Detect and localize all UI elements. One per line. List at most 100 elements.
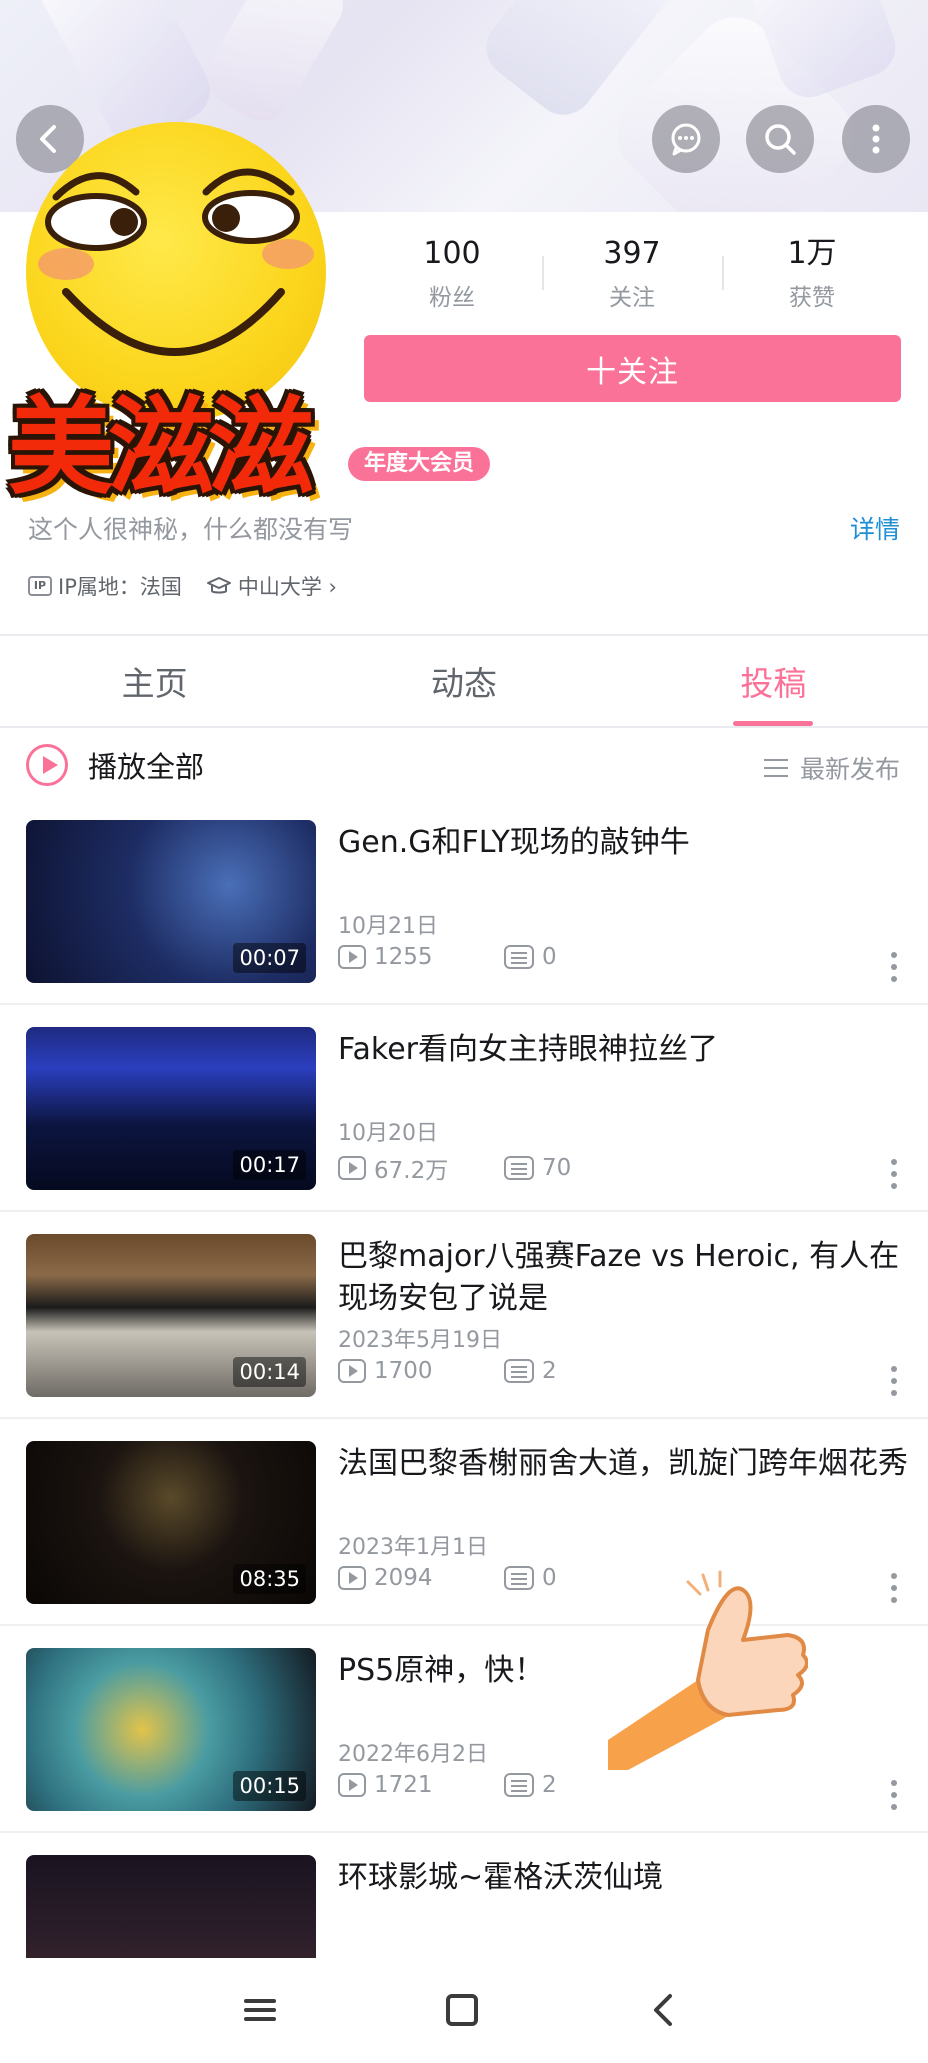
more-options-icon[interactable] — [890, 1159, 898, 1195]
video-date: 10月21日 — [338, 914, 438, 939]
video-item[interactable]: 00:14 巴黎major八强赛Faze vs Heroic, 有人在现场安包了… — [0, 1234, 928, 1441]
tab-home[interactable]: 主页 — [0, 636, 309, 726]
video-title[interactable]: Gen.G和FLY现场的敲钟牛 — [338, 822, 908, 864]
thumbs-up-icon — [608, 1570, 808, 1770]
video-thumbnail[interactable]: 08:35 — [26, 1441, 316, 1604]
system-back-button[interactable] — [642, 1988, 686, 2032]
more-options-icon[interactable] — [890, 1573, 898, 1609]
danmaku-count: 0 — [542, 1565, 557, 1591]
play-all-button[interactable]: 播放全部 — [26, 744, 204, 786]
video-date: 10月20日 — [338, 1121, 438, 1146]
tab-uploads[interactable]: 投稿 — [619, 636, 928, 726]
video-duration: 00:07 — [233, 943, 306, 973]
video-duration: 08:35 — [233, 1564, 306, 1594]
video-title[interactable]: Faker看向女主持眼神拉丝了 — [338, 1029, 908, 1071]
stat-value: 397 — [603, 236, 661, 271]
tabs-divider — [0, 726, 928, 728]
row-divider — [0, 1831, 928, 1833]
stat-label: 获赞 — [789, 285, 835, 311]
stat-label: 关注 — [609, 285, 655, 311]
row-divider — [0, 1003, 928, 1005]
stat-label: 粉丝 — [429, 285, 475, 311]
more-options-icon[interactable] — [890, 952, 898, 988]
profile-tabs: 主页 动态 投稿 — [0, 636, 928, 726]
video-title[interactable]: 环球影城~霍格沃茨仙境 — [338, 1857, 908, 1899]
view-count: 1700 — [374, 1358, 433, 1384]
video-date: 2023年5月19日 — [338, 1328, 502, 1353]
play-all-label: 播放全部 — [88, 750, 205, 784]
search-icon — [765, 124, 796, 155]
row-divider — [0, 1210, 928, 1212]
vip-badge[interactable]: 年度大会员 — [348, 447, 491, 481]
video-stats: 1255 0 — [338, 944, 557, 970]
view-count: 2094 — [374, 1565, 433, 1591]
home-button[interactable] — [440, 1988, 484, 2032]
message-button[interactable] — [652, 105, 720, 173]
danmaku-icon — [504, 1156, 534, 1180]
video-duration: 00:17 — [233, 1150, 306, 1180]
video-stats: 67.2万 70 — [338, 1151, 571, 1185]
danmaku-count: 70 — [542, 1155, 572, 1181]
school-name: 中山大学 › — [237, 575, 337, 599]
video-thumbnail[interactable]: 00:17 — [26, 1027, 316, 1190]
play-count-icon — [338, 1156, 366, 1180]
video-stats: 2094 0 — [338, 1565, 557, 1591]
play-count-icon — [338, 1566, 366, 1590]
details-link[interactable]: 详情 — [850, 510, 900, 546]
sticker-caption: 美滋滋 — [8, 384, 314, 509]
tab-dynamics[interactable]: 动态 — [309, 636, 618, 726]
video-title[interactable]: 法国巴黎香榭丽舍大道，凯旋门跨年烟花秀 — [338, 1443, 908, 1485]
play-count-icon — [338, 1359, 366, 1383]
back-arrow-icon — [654, 1994, 672, 2026]
list-icon — [763, 759, 788, 777]
stat-fans[interactable]: 100 粉丝 — [362, 232, 542, 312]
danmaku-count: 2 — [542, 1772, 557, 1798]
sort-button[interactable]: 最新发布 — [763, 750, 900, 786]
sort-label: 最新发布 — [799, 755, 900, 784]
more-options-icon[interactable] — [890, 1366, 898, 1402]
view-count: 67.2万 — [374, 1158, 449, 1184]
video-item[interactable]: 00:17 Faker看向女主持眼神拉丝了 10月20日 67.2万 70 — [0, 1027, 928, 1234]
video-title[interactable]: 巴黎major八强赛Faze vs Heroic, 有人在现场安包了说是 — [338, 1236, 908, 1320]
danmaku-icon — [504, 1566, 534, 1590]
play-count-icon — [338, 945, 366, 969]
ip-icon: IP — [28, 576, 52, 596]
row-divider — [0, 1417, 928, 1419]
video-item[interactable]: 00:07 Gen.G和FLY现场的敲钟牛 10月21日 1255 0 — [0, 820, 928, 1027]
play-circle-icon — [26, 744, 68, 786]
profile-meta: IP IP属地：法国 中山大学 › — [28, 571, 337, 601]
danmaku-icon — [504, 1773, 534, 1797]
home-square-icon — [446, 1994, 478, 2026]
view-count: 1255 — [374, 944, 433, 970]
video-duration: 00:15 — [233, 1771, 306, 1801]
video-thumbnail[interactable]: 00:15 — [26, 1648, 316, 1811]
video-date: 2023年1月1日 — [338, 1535, 488, 1560]
ip-location: IP属地：法国 — [58, 575, 182, 599]
stat-value: 100 — [423, 236, 481, 271]
play-count-icon — [338, 1773, 366, 1797]
video-thumbnail[interactable]: 00:14 — [26, 1234, 316, 1397]
video-stats: 1721 2 — [338, 1772, 557, 1798]
message-icon — [671, 123, 701, 156]
follow-button[interactable]: 十关注 — [364, 335, 901, 402]
smiley-face-icon — [26, 122, 326, 422]
graduation-cap-icon — [206, 577, 231, 594]
stat-following[interactable]: 397 关注 — [542, 232, 722, 312]
more-button[interactable] — [842, 105, 910, 173]
more-options-icon[interactable] — [890, 1780, 898, 1816]
danmaku-count: 0 — [542, 944, 557, 970]
danmaku-icon — [504, 1359, 534, 1383]
profile-stats: 100 粉丝 397 关注 1万 获赞 — [362, 232, 902, 312]
video-date: 2022年6月2日 — [338, 1742, 488, 1767]
video-duration: 00:14 — [233, 1357, 306, 1387]
search-button[interactable] — [746, 105, 814, 173]
video-thumbnail[interactable]: 00:07 — [26, 820, 316, 983]
more-vertical-icon — [872, 124, 880, 154]
stat-value: 1万 — [787, 236, 837, 271]
menu-icon[interactable] — [238, 1988, 282, 2032]
avatar-sticker[interactable]: 美滋滋 — [8, 112, 358, 532]
view-count: 1721 — [374, 1772, 433, 1798]
school-link[interactable]: 中山大学 › — [206, 571, 337, 601]
system-nav-bar — [0, 1958, 928, 2063]
stat-likes: 1万 获赞 — [722, 232, 902, 312]
